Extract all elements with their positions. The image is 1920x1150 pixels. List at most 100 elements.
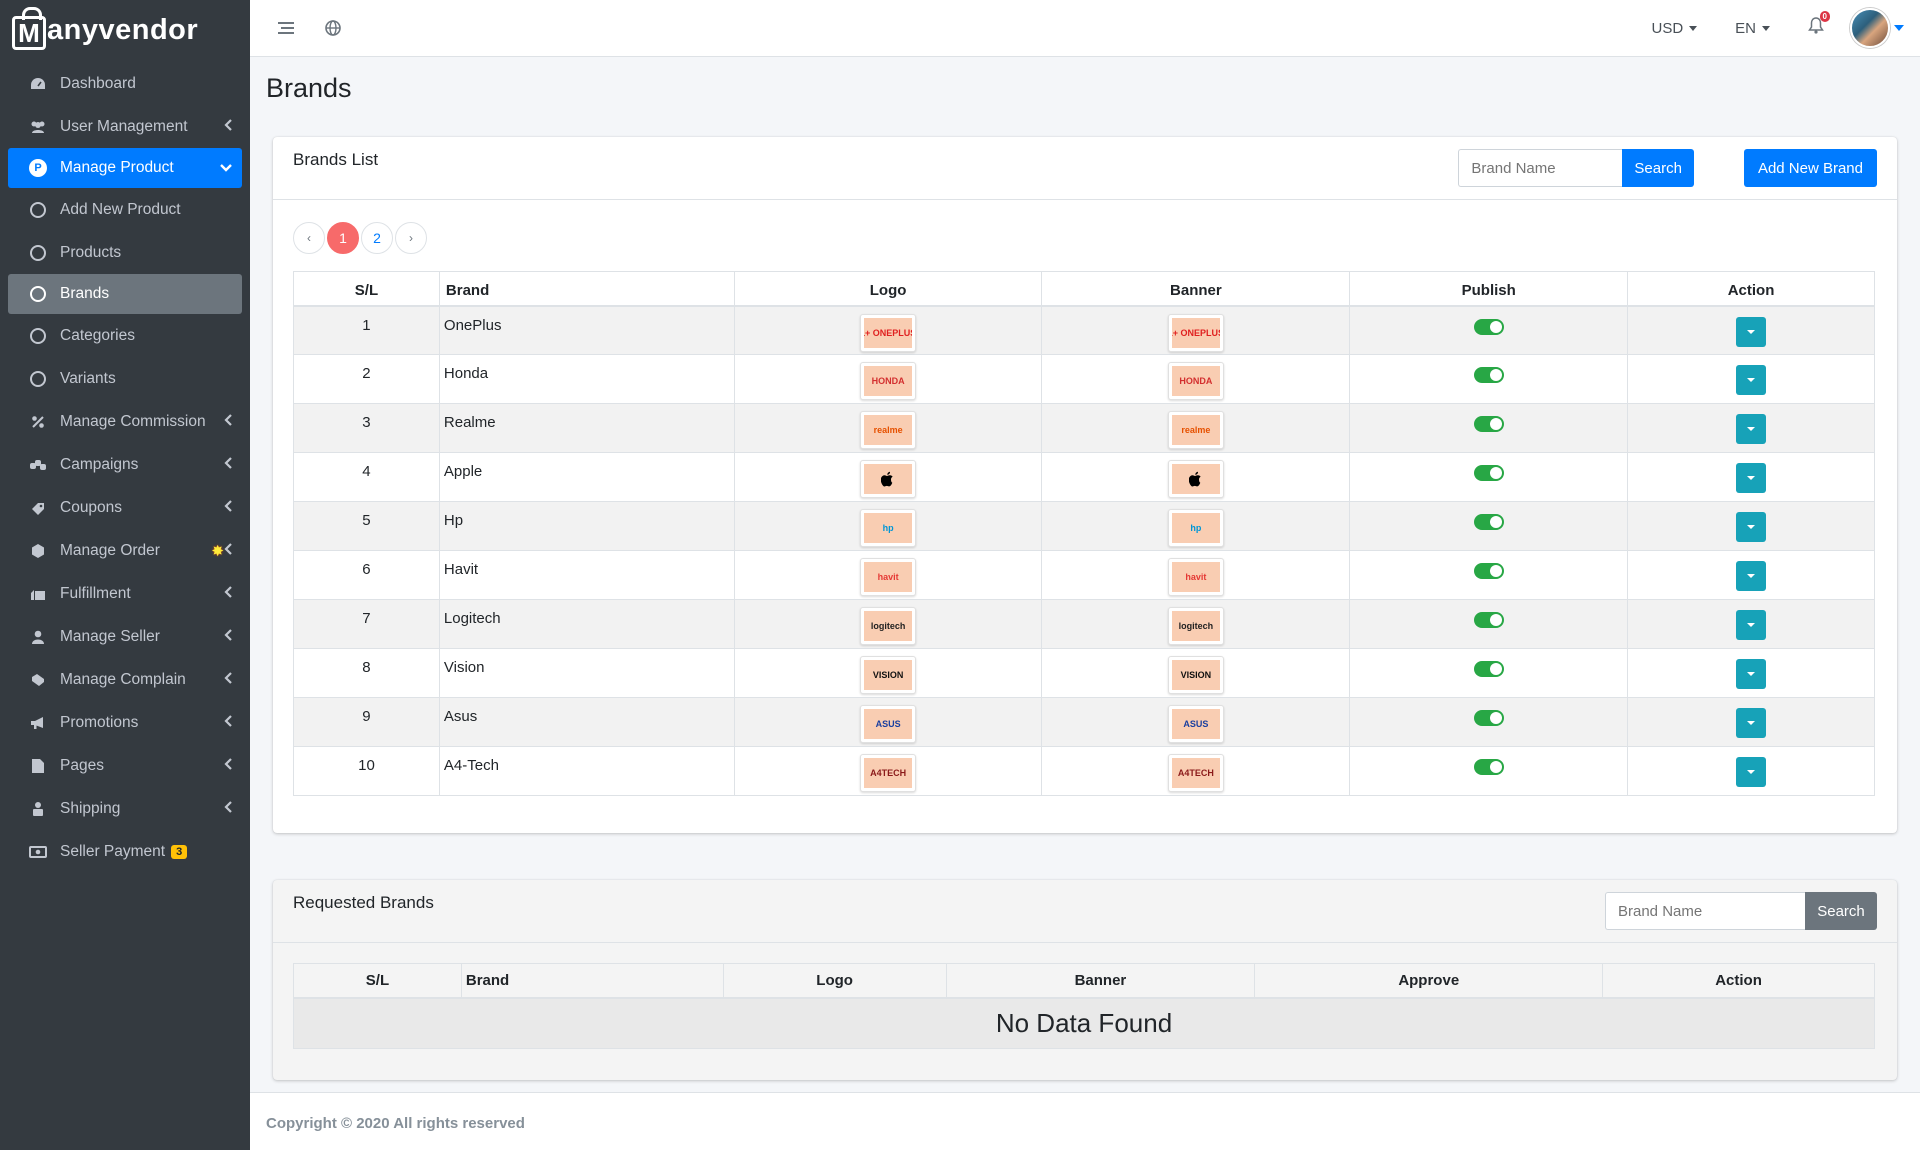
brand-search-input[interactable] <box>1458 149 1623 187</box>
sidebar-item-add-new-product[interactable]: Add New Product <box>0 188 250 231</box>
logo-thumbnail[interactable]: havit <box>860 558 917 596</box>
publish-toggle[interactable] <box>1473 318 1504 335</box>
cell-brand-name: Apple <box>438 452 735 502</box>
sidebar-item-user-management[interactable]: User Management <box>0 105 250 148</box>
sidebar-item-manage-order[interactable]: Manage Order ✸ <box>0 529 250 572</box>
logo-thumbnail[interactable]: logitech <box>860 607 917 645</box>
table-header-row: S/L Brand Logo Banner Approve Action <box>293 963 1875 999</box>
cell-brand-name: Asus <box>438 697 735 747</box>
complain-icon <box>28 670 48 690</box>
requested-brand-search-input[interactable] <box>1605 892 1805 930</box>
action-dropdown-button[interactable] <box>1736 659 1767 689</box>
requested-search-button[interactable]: Search <box>1805 892 1877 930</box>
logo-thumbnail[interactable]: VISION <box>860 656 917 694</box>
sidebar-item-brands[interactable]: Brands <box>8 274 242 314</box>
publish-toggle[interactable] <box>1473 367 1504 383</box>
cell-sl: 2 <box>293 354 440 404</box>
search-button[interactable]: Search <box>1622 149 1694 187</box>
sidebar-nav: Dashboard User Management P Manage Product A… <box>0 60 250 873</box>
sidebar-item-label: Pages <box>60 756 104 774</box>
banner-thumbnail[interactable] <box>1167 460 1224 498</box>
percent-icon <box>28 412 48 432</box>
circle-icon <box>28 200 48 220</box>
cell-publish <box>1349 746 1629 796</box>
cell-sl: 10 <box>293 746 440 796</box>
publish-toggle[interactable] <box>1473 514 1504 530</box>
sidebar-item-manage-seller[interactable]: Manage Seller <box>0 615 250 658</box>
currency-dropdown[interactable]: USD <box>1651 20 1698 37</box>
sidebar-item-shipping[interactable]: Shipping <box>0 787 250 830</box>
cell-logo: logitech <box>733 599 1043 649</box>
sidebar-item-variants[interactable]: Variants <box>0 357 250 400</box>
cell-logo: hp <box>733 501 1043 551</box>
logo-thumbnail[interactable]: hp <box>860 509 917 547</box>
action-dropdown-button[interactable] <box>1736 316 1767 347</box>
sidebar-item-pages[interactable]: Pages <box>0 744 250 787</box>
logo-thumbnail[interactable]: HONDA <box>860 362 917 400</box>
cell-brand-name: Logitech <box>438 599 735 649</box>
sidebar-item-manage-commission[interactable]: Manage Commission <box>0 400 250 443</box>
publish-toggle[interactable] <box>1473 661 1504 677</box>
publish-toggle[interactable] <box>1473 563 1504 579</box>
banner-thumbnail[interactable]: 1+ ONEPLUS <box>1167 313 1224 352</box>
cell-logo: HONDA <box>733 354 1043 404</box>
chevron-down-icon <box>220 159 232 177</box>
sidebar-item-campaigns[interactable]: Campaigns <box>0 443 250 486</box>
banner-thumbnail[interactable]: HONDA <box>1167 362 1224 400</box>
action-dropdown-button[interactable] <box>1736 757 1767 787</box>
sidebar-item-products[interactable]: Products <box>0 231 250 274</box>
publish-toggle[interactable] <box>1473 710 1504 726</box>
banner-thumbnail[interactable]: ASUS <box>1167 705 1224 743</box>
sidebar-item-fulfillment[interactable]: Fulfillment <box>0 572 250 615</box>
cell-banner: VISION <box>1041 648 1351 698</box>
banner-thumbnail[interactable]: logitech <box>1167 607 1224 645</box>
sidebar-item-coupons[interactable]: Coupons <box>0 486 250 529</box>
cell-action <box>1627 599 1875 649</box>
publish-toggle[interactable] <box>1473 465 1504 481</box>
app-logo[interactable]: M anyvendor <box>0 0 250 60</box>
action-dropdown-button[interactable] <box>1736 463 1767 493</box>
sidebar-item-label: Shipping <box>60 799 121 817</box>
add-new-brand-button[interactable]: Add New Brand <box>1743 149 1877 187</box>
sidebar-item-categories[interactable]: Categories <box>0 314 250 357</box>
language-dropdown[interactable]: EN <box>1735 20 1770 37</box>
sidebar-item-seller-payment[interactable]: Seller Payment 3 <box>0 830 250 873</box>
banner-thumbnail[interactable]: hp <box>1167 509 1224 547</box>
sidebar-item-promotions[interactable]: Promotions <box>0 701 250 744</box>
sidebar-item-manage-product[interactable]: P Manage Product <box>8 148 242 188</box>
action-dropdown-button[interactable] <box>1736 365 1767 395</box>
logo-thumbnail[interactable]: A4TECH <box>860 754 917 792</box>
caret-down-icon[interactable] <box>1894 25 1904 31</box>
action-dropdown-button[interactable] <box>1736 610 1767 640</box>
footer: Copyright © 2020 All rights reserved <box>250 1092 1920 1150</box>
pagination-page-2[interactable]: 2 <box>361 222 393 254</box>
logo-thumbnail[interactable] <box>860 460 917 498</box>
sidebar-item-dashboard[interactable]: Dashboard <box>0 62 250 105</box>
banner-thumbnail[interactable]: VISION <box>1167 656 1224 694</box>
banner-thumbnail[interactable]: realme <box>1167 411 1224 449</box>
publish-toggle[interactable] <box>1473 612 1504 628</box>
banner-thumbnail[interactable]: A4TECH <box>1167 754 1224 792</box>
banner-thumbnail[interactable]: havit <box>1167 558 1224 596</box>
action-dropdown-button[interactable] <box>1736 512 1767 542</box>
publish-toggle[interactable] <box>1473 759 1504 775</box>
user-avatar[interactable] <box>1850 8 1890 48</box>
banner-text: VISION <box>1180 670 1212 680</box>
menu-toggle-icon[interactable] <box>275 17 297 39</box>
chevron-left-icon <box>224 413 232 431</box>
logo-thumbnail[interactable]: 1+ ONEPLUS <box>860 313 917 352</box>
action-dropdown-button[interactable] <box>1736 561 1767 591</box>
publish-toggle[interactable] <box>1473 416 1504 432</box>
logo-thumbnail[interactable]: realme <box>860 411 917 449</box>
notifications-button[interactable]: 0 <box>1808 11 1830 39</box>
ticket-icon <box>28 498 48 518</box>
sidebar-item-label: Manage Order <box>60 541 160 559</box>
logo-thumbnail[interactable]: ASUS <box>860 705 917 743</box>
pagination-prev[interactable]: ‹ <box>293 222 325 254</box>
action-dropdown-button[interactable] <box>1736 414 1767 444</box>
globe-icon[interactable] <box>322 17 344 39</box>
pagination-page-1[interactable]: 1 <box>327 222 359 254</box>
sidebar-item-manage-complain[interactable]: Manage Complain <box>0 658 250 701</box>
action-dropdown-button[interactable] <box>1736 708 1767 738</box>
pagination-next[interactable]: › <box>395 222 427 254</box>
